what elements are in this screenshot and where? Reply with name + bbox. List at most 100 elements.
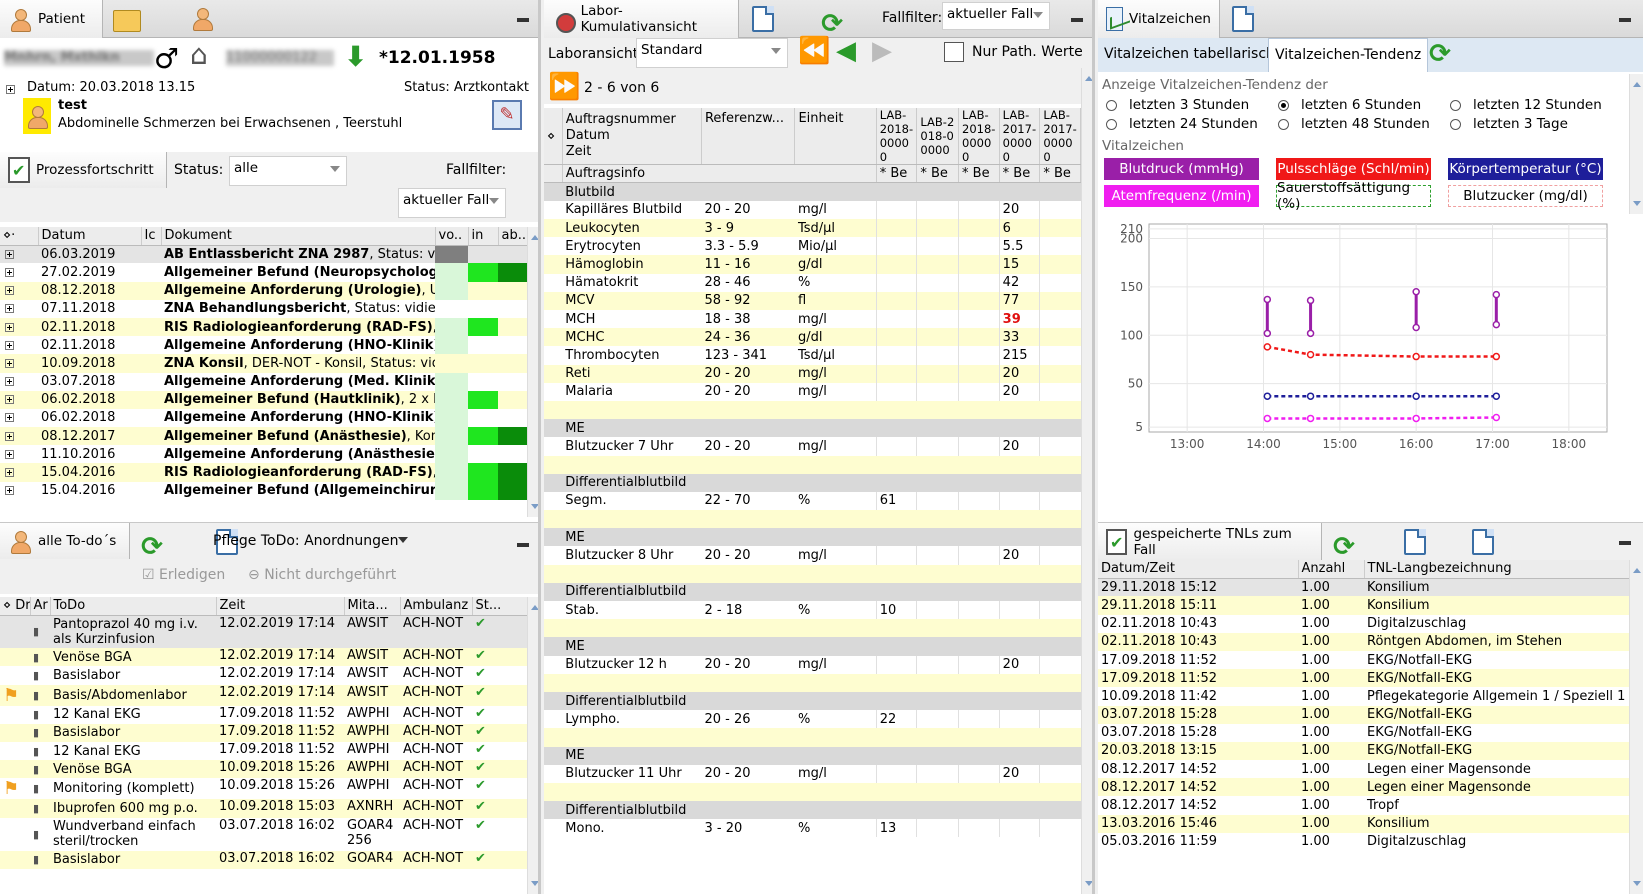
next-page-icon[interactable]: ▶ (872, 36, 892, 66)
legend-toggle[interactable]: Sauerstoffsättigung (%) (1276, 180, 1431, 212)
expand-icon[interactable] (5, 449, 14, 459)
lab-col-order-4[interactable]: LAB-2017-00000 (999, 108, 1041, 165)
radio-icon[interactable] (1106, 99, 1117, 111)
table-row[interactable]: 08.12.2017 14:52 1.00 Tropf (1098, 796, 1629, 815)
list-item[interactable]: ⚑ ▮ Basis/Abdomenlabor 12.02.2019 17:14 AWSI… (0, 684, 527, 706)
document-icon[interactable] (1232, 6, 1254, 32)
tab-vitalzeichen[interactable]: Vitalzeichen (1098, 0, 1220, 38)
row-expand[interactable] (0, 317, 38, 337)
col-in[interactable]: in (468, 227, 499, 246)
subtab-tabellarisch[interactable]: Vitalzeichen tabellarisch (1098, 38, 1281, 72)
col-ar[interactable]: Ar (30, 597, 51, 616)
minimize-button[interactable] (517, 18, 529, 22)
be-1[interactable]: * Be (876, 164, 918, 184)
table-row[interactable]: 08.12.2018 Allgemeine Anforderung (Urolog… (0, 281, 527, 300)
expand-icon[interactable] (5, 250, 14, 260)
refresh-icon[interactable]: ⟳ (140, 534, 164, 560)
radio-icon[interactable] (1278, 118, 1289, 130)
process-scrollbar[interactable] (527, 227, 538, 517)
table-row[interactable]: 20.03.2018 13:15 1.00 EKG/Notfall-EKG (1098, 741, 1629, 761)
lab-col-order-1[interactable]: LAB-2018-00000 (876, 108, 918, 165)
expand-icon[interactable] (5, 377, 14, 387)
lab-col-order-3[interactable]: LAB-2018-00000 (958, 108, 1000, 165)
table-row[interactable]: 13.03.2016 15:46 1.00 Konsilium (1098, 814, 1629, 833)
col-datum[interactable]: Datum (38, 227, 142, 246)
be-3[interactable]: * Be (958, 164, 1000, 184)
lab-col-auftrag[interactable]: Auftragsnummer Datum Zeit (562, 108, 702, 165)
table-row[interactable]: Thrombocyten 123 - 341 Tsd/µl 215 (544, 346, 1081, 365)
expand-icon[interactable] (5, 413, 14, 423)
list-item[interactable]: ▮ Venöse BGA 10.09.2018 15:26 AWPHI ACH-NOT ✔ (0, 760, 527, 779)
col-mita[interactable]: Mita... (344, 597, 401, 616)
col-ab[interactable]: ab.. (498, 227, 528, 246)
nur-path-checkbox[interactable] (944, 42, 964, 62)
table-row[interactable]: Blutzucker 8 Uhr 20 - 20 mg/l 20 (544, 546, 1081, 565)
minimize-button[interactable] (1619, 541, 1631, 545)
table-row[interactable]: 03.07.2018 15:28 1.00 EKG/Notfall-EKG (1098, 723, 1629, 742)
expand-icon[interactable] (5, 358, 14, 368)
be-2[interactable]: * Be (916, 164, 960, 184)
radio-icon[interactable] (1450, 118, 1461, 130)
expand-icon[interactable] (5, 322, 14, 332)
table-row[interactable]: 08.12.2017 Allgemeiner Befund (Anästhesie… (0, 427, 527, 446)
minimize-button[interactable] (517, 543, 529, 547)
table-row[interactable]: 08.12.2017 14:52 1.00 Legen einer Magenson… (1098, 778, 1629, 797)
vitals-scrollbar[interactable] (1629, 74, 1643, 214)
row-expand[interactable] (0, 263, 38, 282)
list-item[interactable]: ▮ 12 Kanal EKG 17.09.2018 11:52 AWPHI ACH-NO… (0, 741, 527, 761)
table-row[interactable]: 03.07.2018 15:28 1.00 EKG/Notfall-EKG (1098, 705, 1629, 724)
table-row[interactable]: 02.11.2018 10:43 1.00 Röntgen Abdomen, im … (1098, 632, 1629, 651)
col-ic[interactable]: Ic (141, 227, 162, 246)
col-dr[interactable]: ⋄ Dr.. (0, 597, 31, 616)
table-row[interactable]: 03.07.2018 Allgemeine Anforderung (Med. K… (0, 372, 527, 391)
be-4[interactable]: * Be (999, 164, 1041, 184)
table-row[interactable]: Mono. 3 - 20% 13 (544, 819, 1081, 838)
lab-col-order-5[interactable]: LAB-2017-00000 (1039, 108, 1081, 165)
row-expand[interactable] (0, 445, 38, 464)
nicht-durchgefuehrt-button[interactable]: ⊖ Nicht durchgeführt (248, 567, 396, 583)
legend-toggle[interactable]: Blutdruck (mmHg) (1104, 158, 1259, 180)
legend-toggle[interactable]: Atemfrequenz (/min) (1104, 185, 1259, 207)
todo-scrollbar[interactable] (527, 597, 538, 894)
table-row[interactable]: 10.09.2018 ZNA Konsil, DER-NOT - Konsil, … (0, 354, 527, 373)
expand-icon[interactable] (5, 486, 14, 496)
list-item[interactable]: ▮ Basislabor 17.09.2018 11:52 AWPHI ACH-NOT ✔ (0, 723, 527, 742)
tab-tnl[interactable]: gespeicherte TNLs zum Fall (1098, 523, 1322, 561)
col-status[interactable]: St... (472, 597, 528, 616)
table-row[interactable]: 29.11.2018 15:11 1.00 Konsilium (1098, 596, 1629, 615)
table-row[interactable]: 11.10.2016 Allgemeine Anforderung (Anästh… (0, 445, 527, 464)
table-row[interactable]: Stab. 2 - 18% 10 (544, 601, 1081, 620)
tab-labor[interactable]: Labor-Kumulativansicht (544, 0, 739, 38)
row-expand[interactable] (0, 354, 38, 373)
row-expand[interactable] (0, 299, 38, 318)
chevron-down-icon[interactable] (398, 537, 408, 548)
col-ambulanz[interactable]: Ambulanz (400, 597, 473, 616)
radio-icon[interactable] (1106, 118, 1117, 130)
pflege-todo-label[interactable]: Pflege ToDo: Anordnungen (213, 533, 398, 549)
list-item[interactable]: ▮ Wundverband einfach steril/trocken 03.07.… (0, 817, 527, 851)
be-5[interactable]: * Be (1039, 164, 1081, 184)
document-icon[interactable] (752, 6, 774, 32)
lab-col-einheit[interactable]: Einheit (794, 108, 877, 165)
col-tnl[interactable]: TNL-Langbezeichnung (1364, 560, 1630, 579)
table-row[interactable]: 06.02.2018 Allgemeine Anforderung (HNO-Kl… (0, 408, 527, 428)
list-item[interactable]: ▮ Basislabor 03.07.2018 16:02 GOAR4 ACH-NOT ✔ (0, 850, 527, 869)
col-vo[interactable]: vo.. (435, 227, 469, 246)
expand-icon[interactable] (5, 431, 14, 441)
col-zeit[interactable]: Zeit (216, 597, 345, 616)
radio-range[interactable]: letzten 48 Stunden (1278, 116, 1430, 132)
expand-icon[interactable] (5, 267, 14, 277)
edit-button[interactable]: ✎ (492, 100, 522, 130)
list-item[interactable]: ▮ Ibuprofen 600 mg p.o. 10.09.2018 15:03 AX… (0, 799, 527, 818)
refresh-icon[interactable]: ⟳ (1332, 534, 1356, 560)
row-expand[interactable] (0, 427, 38, 446)
table-row[interactable]: 07.11.2018 ZNA Behandlungsbericht, Status… (0, 299, 527, 318)
person-icon[interactable] (190, 6, 214, 31)
erledigen-button[interactable]: ☑ Erledigen (142, 567, 225, 583)
fallfilter-select[interactable]: aktueller Fall (398, 188, 506, 218)
export-icon[interactable] (1472, 529, 1495, 555)
laboransicht-select[interactable]: Standard (636, 38, 788, 68)
row-expand[interactable] (0, 390, 38, 409)
list-item[interactable]: ▮ 12 Kanal EKG 17.09.2018 11:52 AWPHI ACH-NO… (0, 705, 527, 724)
radio-range[interactable]: letzten 3 Stunden (1106, 97, 1249, 113)
